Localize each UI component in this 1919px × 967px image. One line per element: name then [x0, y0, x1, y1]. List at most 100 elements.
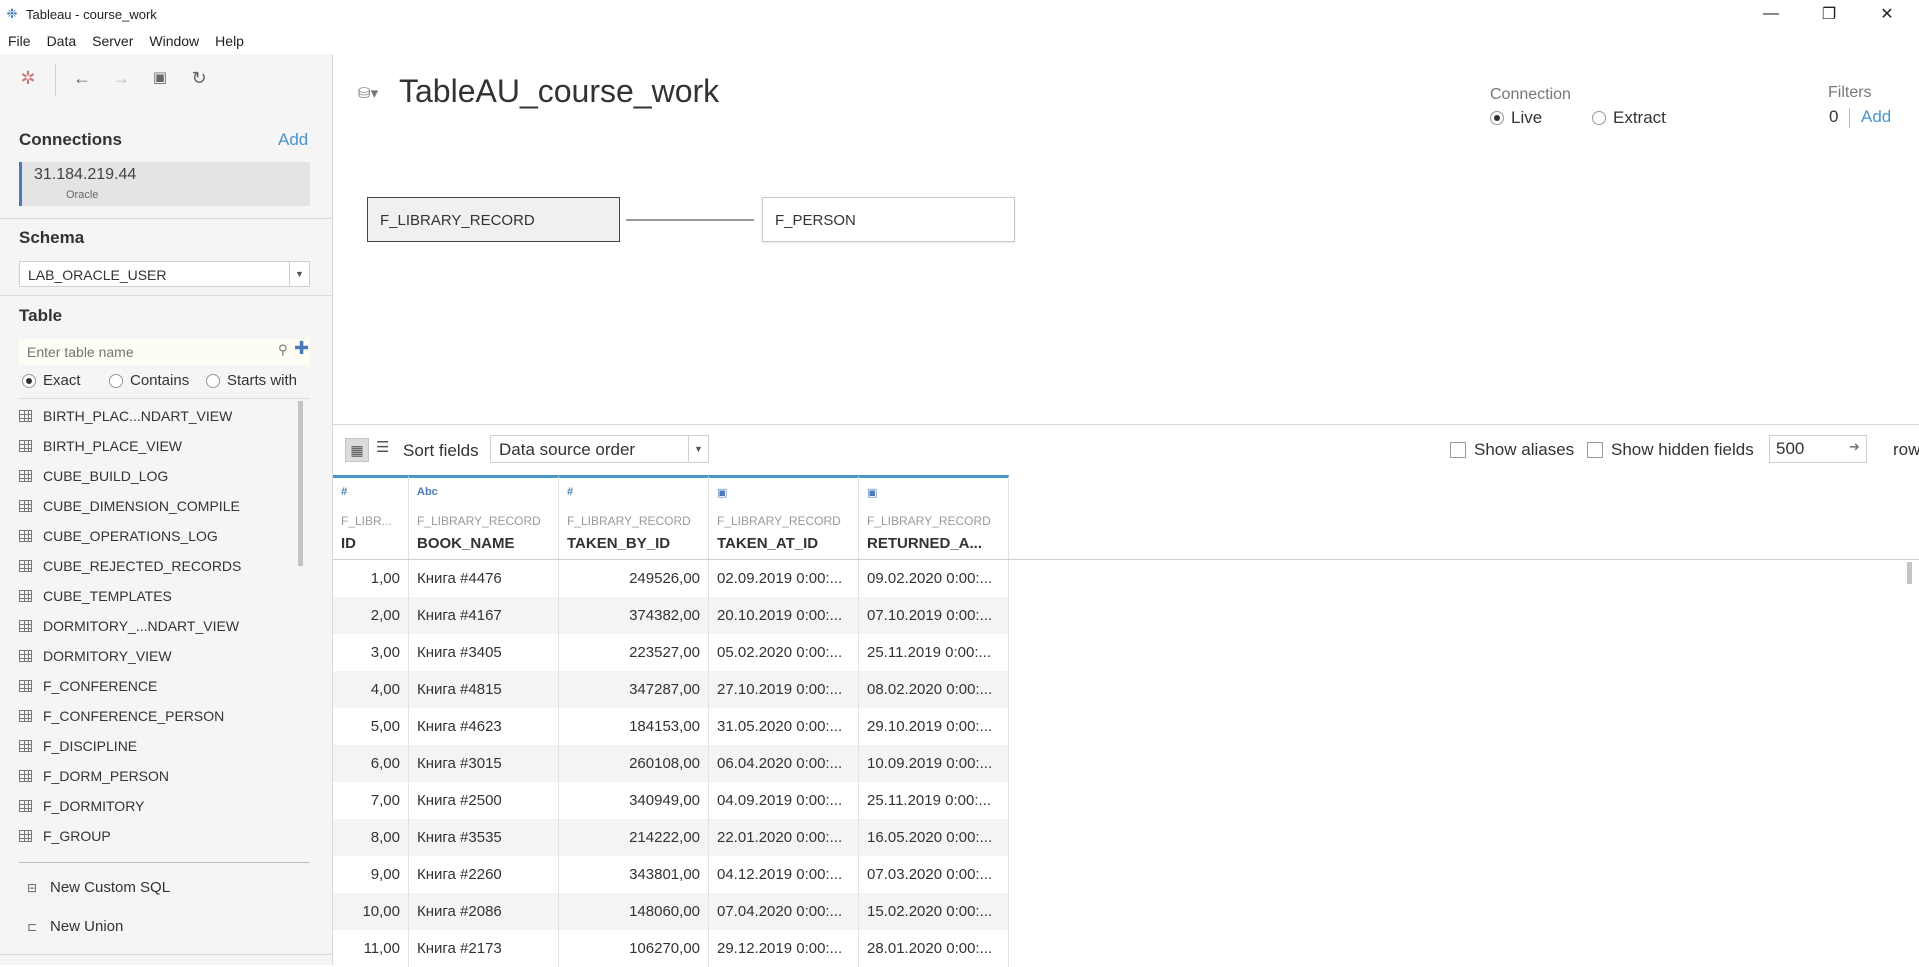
table-list-item[interactable]: BIRTH_PLACE_VIEW — [19, 431, 299, 461]
table-list-item[interactable]: CUBE_TEMPLATES — [19, 581, 299, 611]
table-list-item[interactable]: F_DISCIPLINE — [19, 731, 299, 761]
show-hidden-fields-checkbox[interactable] — [1587, 442, 1603, 458]
match-contains-option[interactable]: Contains — [109, 372, 189, 389]
datasource-title[interactable]: TableAU_course_work — [399, 73, 719, 110]
table-cell: 28.01.2020 0:00:... — [859, 930, 1009, 967]
connection-live-option[interactable]: Live — [1490, 108, 1542, 128]
column-field-name: TAKEN_BY_ID — [567, 535, 671, 552]
chevron-down-icon[interactable]: ▼ — [688, 436, 708, 462]
menu-help[interactable]: Help — [207, 33, 252, 49]
search-icon[interactable]: ⚲ — [278, 342, 288, 358]
save-icon[interactable]: ▣ — [148, 66, 172, 90]
string-type-icon[interactable]: Abc — [417, 486, 438, 498]
chevron-down-icon[interactable]: ▼ — [289, 262, 309, 286]
table-icon — [19, 650, 32, 662]
table-name: CUBE_DIMENSION_COMPILE — [43, 498, 240, 514]
table-box-library-record[interactable]: F_LIBRARY_RECORD — [367, 197, 620, 242]
table-cell: 249526,00 — [559, 560, 709, 597]
menu-window[interactable]: Window — [141, 33, 207, 49]
menu-file[interactable]: File — [0, 33, 39, 49]
union-icon: ⊏ — [27, 919, 38, 934]
number-type-icon[interactable]: # — [341, 486, 347, 498]
show-aliases-option[interactable]: Show aliases — [1450, 440, 1574, 460]
sort-value: Data source order — [499, 440, 636, 459]
table-list-item[interactable]: CUBE_OPERATIONS_LOG — [19, 521, 299, 551]
radio-exact[interactable] — [22, 373, 36, 388]
radio-contains[interactable] — [109, 373, 123, 388]
column-header[interactable]: # F_LIBRARY_RECORD TAKEN_BY_ID — [559, 475, 709, 559]
table-list-item[interactable]: CUBE_BUILD_LOG — [19, 461, 299, 491]
maximize-button[interactable]: ❐ — [1800, 0, 1858, 28]
match-starts-with-option[interactable]: Starts with — [206, 372, 297, 389]
table-list-item[interactable]: DORMITORY_...NDART_VIEW — [19, 611, 299, 641]
add-table-icon[interactable]: ✚ — [294, 338, 309, 359]
close-button[interactable]: ✕ — [1858, 0, 1916, 28]
undo-icon[interactable]: ← — [70, 66, 94, 90]
refresh-icon[interactable]: ↻ — [187, 66, 211, 90]
menu-data[interactable]: Data — [39, 33, 85, 49]
schema-dropdown[interactable]: LAB_ORACLE_USER ▼ — [19, 261, 310, 287]
divider — [0, 954, 333, 955]
table-list-item[interactable]: F_GROUP — [19, 821, 299, 851]
menu-server[interactable]: Server — [84, 33, 141, 49]
column-header[interactable]: ▣ F_LIBRARY_RECORD RETURNED_A... — [859, 475, 1009, 559]
table-cell: 9,00 — [333, 856, 409, 893]
arrow-right-icon[interactable]: ➜ — [1849, 439, 1860, 455]
show-hidden-fields-option[interactable]: Show hidden fields — [1587, 440, 1754, 460]
table-cell: Книга #4815 — [409, 671, 559, 708]
table-list-scrollbar[interactable] — [298, 401, 303, 566]
radio-live[interactable] — [1490, 111, 1504, 125]
redo-icon[interactable]: → — [109, 66, 133, 90]
grid-scrollbar[interactable] — [1907, 562, 1912, 584]
table-list-item[interactable]: DORMITORY_VIEW — [19, 641, 299, 671]
radio-extract[interactable] — [1592, 111, 1606, 125]
connection-card[interactable]: 31.184.219.44 Oracle — [19, 162, 310, 206]
table-search-input[interactable] — [19, 339, 310, 365]
tableau-home-icon[interactable]: ✲ — [16, 66, 40, 90]
table-cell: Книга #2173 — [409, 930, 559, 967]
column-header[interactable]: # F_LIBR... ID — [333, 475, 409, 559]
new-custom-sql-item[interactable]: ⊟ New Custom SQL — [27, 879, 170, 896]
date-type-icon[interactable]: ▣ — [867, 486, 877, 499]
table-name: F_CONFERENCE_PERSON — [43, 708, 225, 724]
table-list-item[interactable]: CUBE_DIMENSION_COMPILE — [19, 491, 299, 521]
minimize-button[interactable]: — — [1742, 0, 1800, 28]
table-list-item[interactable]: F_DORM_PERSON — [19, 761, 299, 791]
column-field-name: ID — [341, 535, 356, 552]
join-connector[interactable] — [626, 219, 754, 221]
table-cell: 04.12.2019 0:00:... — [709, 856, 859, 893]
sort-fields-dropdown[interactable]: Data source order ▼ — [490, 435, 709, 463]
table-cell: 148060,00 — [559, 893, 709, 930]
number-type-icon[interactable]: # — [567, 486, 573, 498]
list-view-icon[interactable]: ☰ — [376, 438, 389, 456]
add-filter-link[interactable]: Add — [1861, 107, 1891, 127]
table-cell: Книга #3015 — [409, 745, 559, 782]
table-name: BIRTH_PLACE_VIEW — [43, 438, 183, 454]
add-connection-link[interactable]: Add — [278, 130, 308, 150]
table-cell: 25.11.2019 0:00:... — [859, 782, 1009, 819]
table-icon — [19, 770, 32, 782]
radio-starts-with[interactable] — [206, 373, 220, 388]
datasource-icon[interactable]: ⛁▾ — [358, 84, 378, 102]
table-list-item[interactable]: CUBE_REJECTED_RECORDS — [19, 551, 299, 581]
table-list-item[interactable]: BIRTH_PLAC...NDART_VIEW — [19, 401, 299, 431]
show-aliases-checkbox[interactable] — [1450, 442, 1466, 458]
date-type-icon[interactable]: ▣ — [717, 486, 727, 499]
table-list-item[interactable]: F_CONFERENCE_PERSON — [19, 701, 299, 731]
grid-view-icon[interactable]: ▦ — [345, 438, 369, 462]
connection-extract-option[interactable]: Extract — [1592, 108, 1666, 128]
table-name: DORMITORY_VIEW — [43, 648, 172, 664]
new-union-item[interactable]: ⊏ New Union — [27, 918, 123, 935]
connection-type: Oracle — [66, 189, 99, 201]
table-cell: 04.09.2019 0:00:... — [709, 782, 859, 819]
connection-label: Connection — [1490, 86, 1571, 103]
column-header[interactable]: Abc F_LIBRARY_RECORD BOOK_NAME — [409, 475, 559, 559]
column-header[interactable]: ▣ F_LIBRARY_RECORD TAKEN_AT_ID — [709, 475, 859, 559]
table-list-item[interactable]: F_CONFERENCE — [19, 671, 299, 701]
data-pane: ✲ ← → ▣ ↻ Connections Add 31.184.219.44 … — [0, 54, 333, 965]
table-list-item[interactable]: F_DORMITORY — [19, 791, 299, 821]
table-cell: 07.03.2020 0:00:... — [859, 856, 1009, 893]
match-exact-option[interactable]: Exact — [22, 372, 81, 389]
table-box-person[interactable]: F_PERSON — [762, 197, 1015, 242]
table-icon — [19, 740, 32, 752]
